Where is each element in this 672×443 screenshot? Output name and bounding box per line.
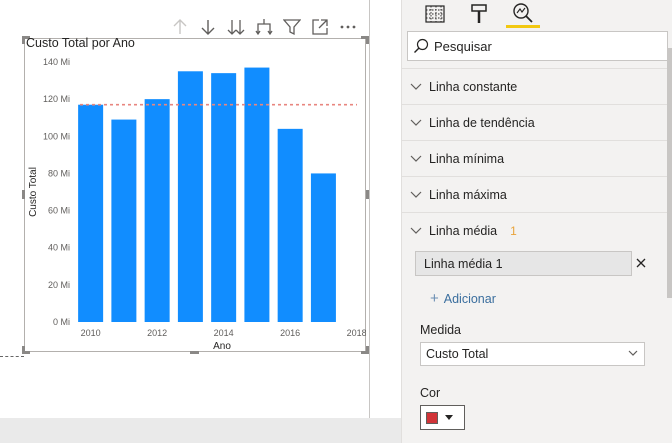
section-label: Linha máxima [429,187,507,202]
chevron-down-icon [402,119,429,127]
bar-chart-plot: 0 Mi 20 Mi 40 Mi 60 Mi 80 Mi 100 Mi 120 Mi 140 … [28,57,366,352]
section-max-line[interactable]: Linha máxima [402,177,672,212]
remove-line-button[interactable] [633,255,649,271]
y-tick-label: 80 Mi [48,168,70,178]
section-label: Linha mínima [429,151,505,166]
measure-dropdown[interactable]: Custo Total [420,342,645,366]
x-axis-title: Ano [213,341,231,352]
pane-gutter-footer [370,418,401,443]
pane-scrollbar[interactable] [667,48,672,298]
bar [177,71,203,323]
y-tick-label: 120 Mi [43,94,70,104]
pane-gutter [370,0,401,443]
section-average-line[interactable]: Linha média 1 [402,213,672,248]
x-tick-label: 2018 [347,328,366,338]
chevron-down-icon [628,350,638,356]
y-axis-title: Custo Total [28,167,39,217]
section-label: Linha de tendência [429,115,535,130]
x-tick-label: 2016 [280,328,300,338]
y-tick-label: 20 Mi [48,280,70,290]
add-label: Adicionar [443,291,496,306]
chevron-down-icon [402,191,429,199]
focus-mode-icon [312,19,328,35]
pane-tab-bar [402,0,672,28]
plus-icon: + [430,290,439,307]
tab-analytics[interactable] [506,0,540,28]
drill-up-button[interactable] [166,14,194,40]
bar [211,73,237,322]
arrow-up-icon [173,19,187,34]
caret-down-icon [445,415,453,420]
measure-value: Custo Total [426,347,489,361]
fields-grid-icon [425,5,445,23]
x-tick-label: 2010 [81,328,101,338]
bar [144,99,170,322]
bar [244,67,270,322]
add-line-button[interactable]: + Adicionar [430,291,496,306]
section-label: Linha média [429,223,498,238]
close-icon [636,258,646,268]
expand-next-level-button[interactable] [250,14,278,40]
color-picker-button[interactable] [420,405,465,430]
resize-handle-top-right-v[interactable] [366,36,369,44]
search-box[interactable] [407,31,668,61]
bar [277,128,303,322]
chart-title: Custo Total por Ano [26,36,135,50]
color-swatch [426,411,438,424]
more-options-button[interactable] [334,14,362,40]
bar [310,173,336,322]
section-min-line[interactable]: Linha mínima [402,141,672,176]
go-to-next-level-button[interactable] [222,14,250,40]
filter-icon [283,19,301,36]
color-label: Cor [420,386,441,400]
analytics-pane: Linha constante Linha de tendência Linha… [401,0,672,443]
section-trend-line[interactable]: Linha de tendência [402,105,672,140]
analytics-magnifier-icon [513,2,533,23]
y-tick-label: 0 Mi [53,317,70,327]
resize-handle-bottom-right-v[interactable] [366,346,369,354]
measure-label: Medida [420,323,461,337]
format-paint-roller-icon [471,4,487,23]
drill-down-button[interactable] [194,14,222,40]
section-count-badge: 1 [510,223,517,238]
expand-hierarchy-icon [255,19,273,36]
x-tick-label: 2014 [214,328,234,338]
tab-format[interactable] [462,0,496,28]
y-tick-label: 40 Mi [48,243,70,253]
canvas-footer-area [0,418,372,443]
resize-handle-right-mid[interactable] [366,190,369,199]
search-icon [408,38,434,54]
x-tick-label: 2012 [147,328,167,338]
bar [111,119,137,322]
y-tick-label: 60 Mi [48,206,70,216]
focus-mode-button[interactable] [306,14,334,40]
chevron-down-icon [402,83,429,91]
more-options-icon [340,25,356,29]
y-tick-label: 140 Mi [43,57,70,67]
bar [78,104,104,322]
chevron-up-icon [402,227,429,235]
double-arrow-down-icon [227,20,245,35]
tab-fields[interactable] [418,0,452,28]
arrow-down-icon [201,20,215,35]
search-input[interactable] [434,38,654,54]
average-line-item[interactable]: Linha média 1 [415,251,632,276]
filter-button[interactable] [278,14,306,40]
y-tick-label: 100 Mi [43,131,70,141]
section-constant-line[interactable]: Linha constante [402,69,672,104]
chevron-down-icon [402,155,429,163]
canvas-guide-line [0,356,24,357]
visual-header-toolbar [166,14,362,40]
section-label: Linha constante [429,79,518,94]
